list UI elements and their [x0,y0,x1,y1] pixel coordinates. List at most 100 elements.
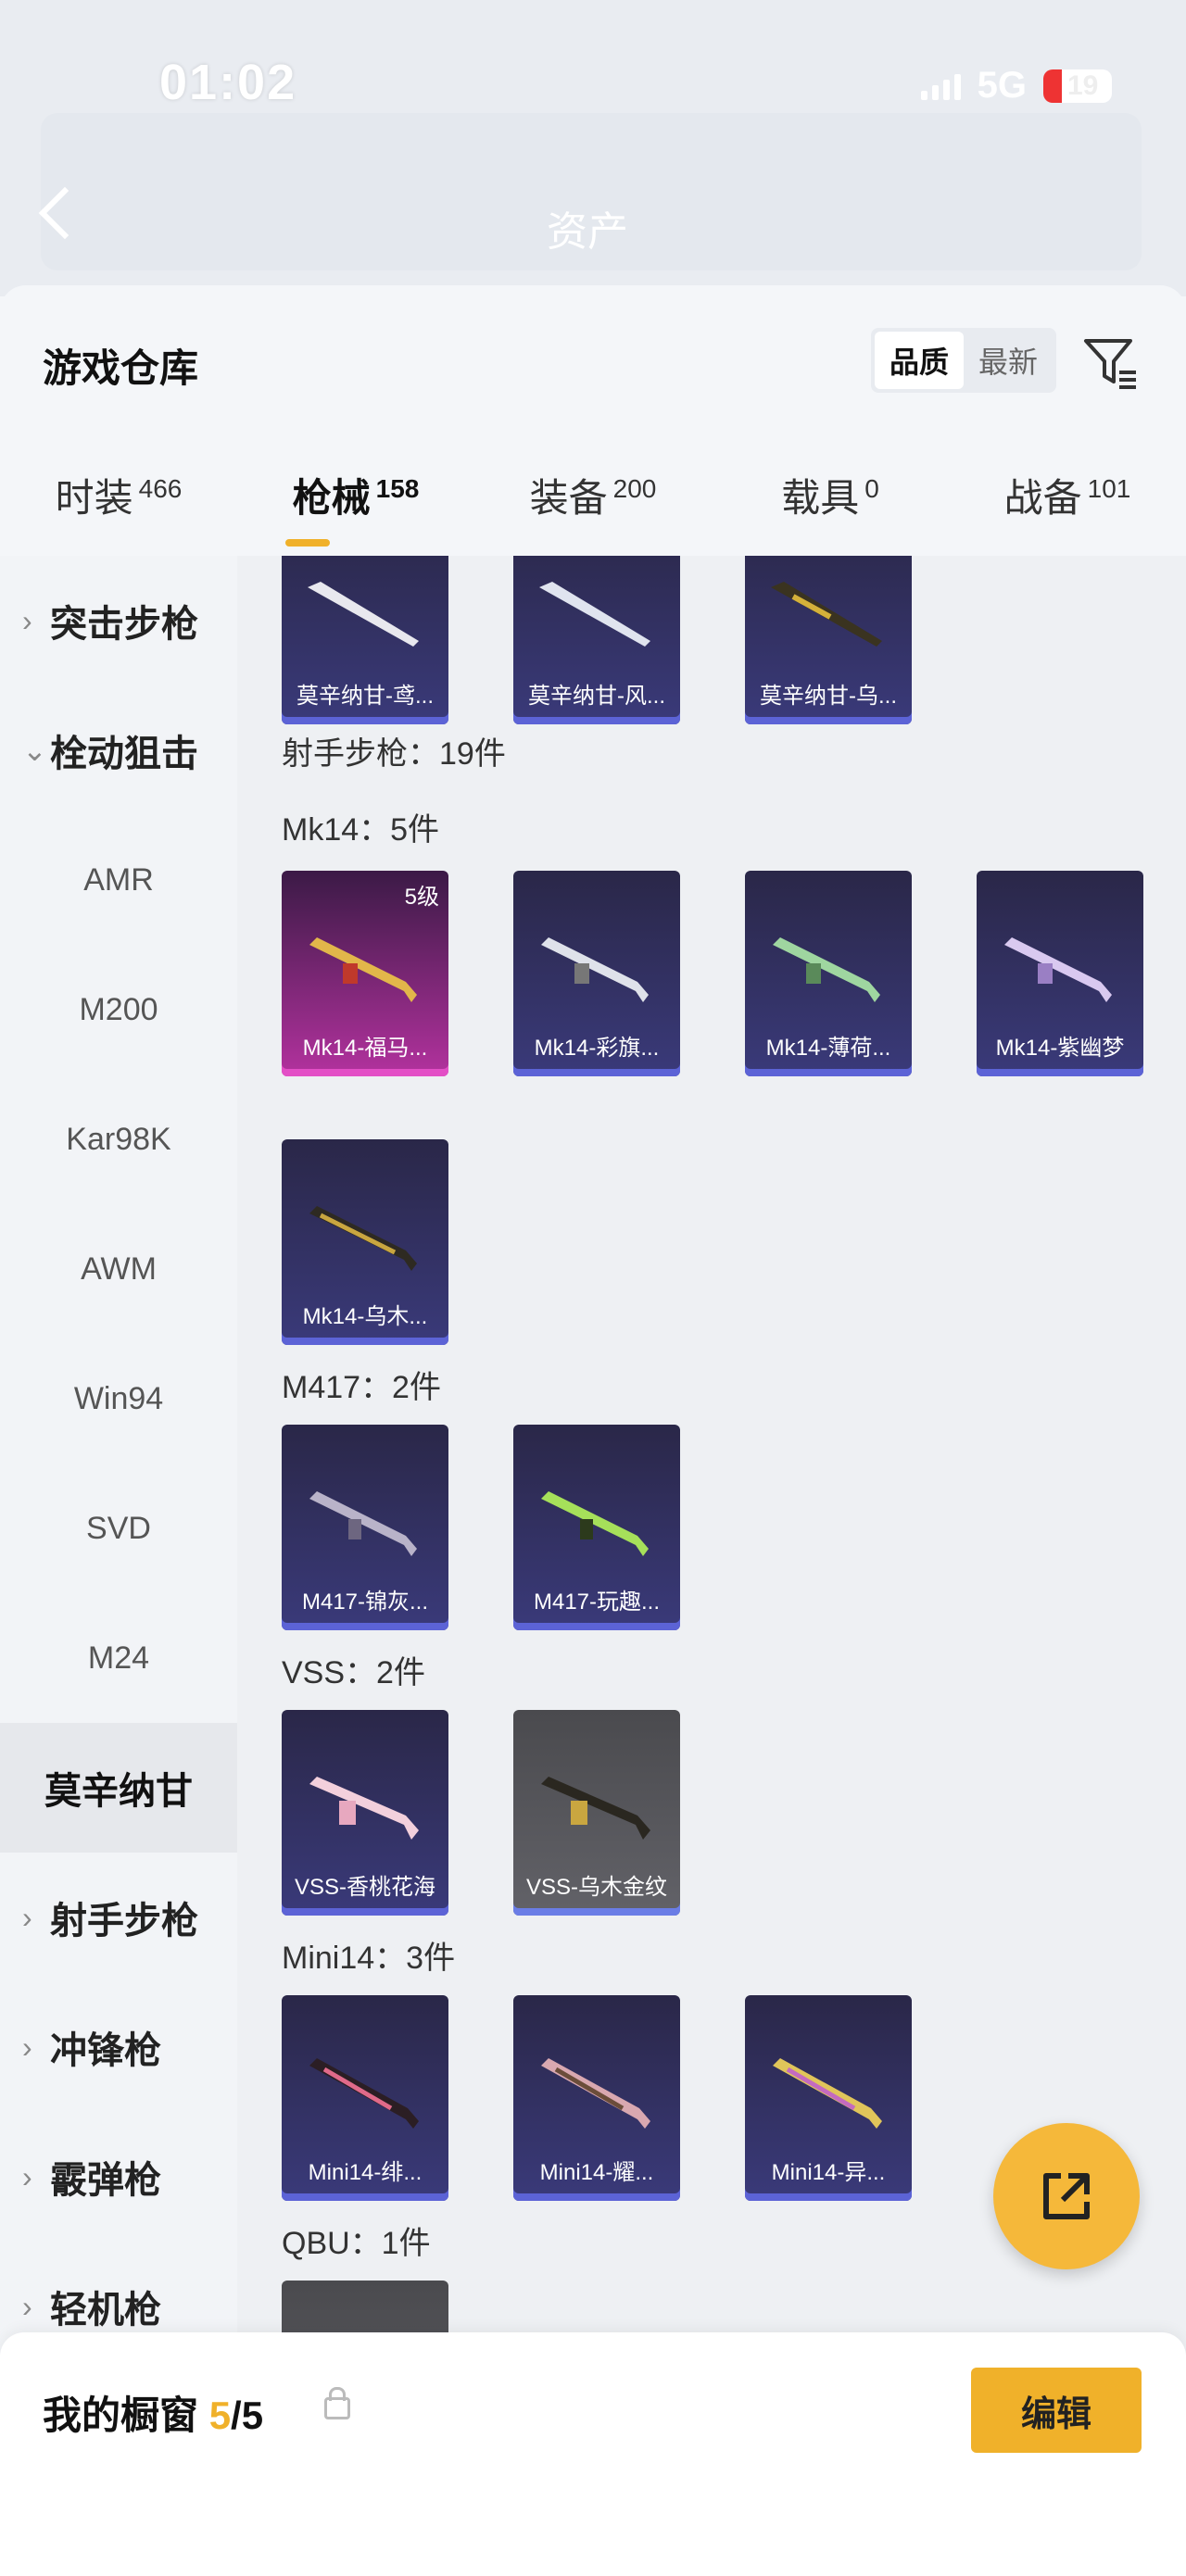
weapon-card[interactable]: Mini14-耀... [513,1995,680,2201]
rifle-icon [541,2058,650,2129]
filter-icon[interactable] [1080,333,1140,393]
weapon-card[interactable]: VSS-乌木金纹 [513,1710,680,1916]
chevron-right-icon: › [22,1900,32,1934]
tab-count: 466 [138,474,183,503]
weapon-card[interactable]: Mini14-异... [745,1995,912,2201]
tab-label: 枪械 [292,476,371,520]
status-icons: 5G 19 [920,65,1112,107]
edit-button[interactable]: 编辑 [971,2368,1142,2453]
share-icon [1043,2173,1090,2219]
rifle-icon [309,1206,417,1271]
chevron-down-icon: ⌄ [22,734,47,767]
rifle-icon [771,582,882,647]
sidebar-item-label: 轻机枪 [50,2290,161,2331]
rifle-icon [1004,937,1112,1002]
sidebar-item-label: 冲锋枪 [50,2030,161,2071]
weapon-card[interactable]: Mk14-薄荷... [745,871,912,1076]
page-title: 游戏仓库 [43,346,199,390]
tab-count: 200 [612,474,657,503]
tab-count: 158 [375,474,420,503]
weapon-name: Mk14-福马... [302,1036,428,1061]
sidebar-item-awm[interactable]: AWM [0,1204,237,1334]
sidebar-item-mosin[interactable]: 莫辛纳甘 [0,1723,237,1853]
sidebar-item-kar98k[interactable]: Kar98K [0,1074,237,1204]
rifle-icon [773,937,880,1002]
sort-toggle[interactable]: 品质 最新 [871,328,1056,393]
showcase-label: 我的橱窗 5/5 [43,2384,263,2441]
sidebar-item-label: 栓动狙击 [50,734,198,774]
lock-icon [324,2387,350,2419]
weapon-card[interactable]: VSS-香桃花海 [282,1710,448,1916]
tab-equipment[interactable]: 装备 200 [474,467,712,559]
sidebar-item-svd[interactable]: SVD [0,1464,237,1593]
weapon-name: Mini14-耀... [539,2160,654,2185]
tab-vehicles[interactable]: 载具 0 [712,467,949,559]
tab-label: 装备 [529,476,608,520]
sidebar-item-assault-rifle[interactable]: › 突击步枪 [0,556,237,685]
sidebar-item-label: 射手步枪 [50,1901,198,1941]
sidebar-item-label: 霰弹枪 [50,2160,161,2201]
sidebar-item-m200[interactable]: M200 [0,945,237,1074]
weapon-card[interactable]: 莫辛纳甘-风... [513,556,680,724]
chevron-right-icon: › [22,2289,32,2323]
sidebar-item-label: 突击步枪 [50,604,198,645]
weapon-card[interactable]: Mini14-绯... [282,1995,448,2201]
signal-icon [920,72,961,100]
tab-gear[interactable]: 战备 101 [949,467,1186,559]
tab-guns[interactable]: 枪械 158 [237,467,474,559]
sidebar-item-win94[interactable]: Win94 [0,1334,237,1464]
weapon-name: Mk14-彩旗... [534,1036,660,1061]
sidebar-item-bolt-sniper[interactable]: ⌄ 栓动狙击 [0,685,237,815]
weapon-card[interactable]: Mk14-彩旗... [513,871,680,1076]
sort-option-newest[interactable]: 最新 [964,332,1053,389]
level-badge: 5级 [404,885,439,910]
weapon-card[interactable]: 莫辛纳甘-乌... [745,556,912,724]
weapon-card[interactable]: 莫辛纳甘-鸢... [282,556,448,724]
category-tabs: 时装 466 枪械 158 装备 200 载具 0 战备 101 [0,467,1186,559]
rifle-icon [539,582,650,647]
tab-fashion[interactable]: 时装 466 [0,467,237,559]
rifle-icon [308,582,419,647]
showcase-total: /5 [231,2394,264,2437]
share-button[interactable] [993,2123,1140,2269]
rifle-icon [773,2058,882,2129]
weapon-name: 莫辛纳甘-鸢... [296,684,434,709]
tab-label: 载具 [781,476,860,520]
group-header-mini14: Mini14：3件 [282,1941,456,1976]
weapon-name: Mk14-乌木... [302,1304,428,1329]
background-page-title: 资产 [547,209,628,255]
weapon-name: Mini14-异... [771,2160,886,2185]
weapon-card[interactable]: Mk14-紫幽梦 [977,871,1143,1076]
rifle-icon [541,1777,650,1840]
weapon-card[interactable]: M417-锦灰... [282,1425,448,1630]
weapon-name: 莫辛纳甘-风... [528,684,665,709]
group-header-vss: VSS：2件 [282,1655,425,1690]
sidebar-item-m24[interactable]: M24 [0,1593,237,1723]
sidebar-item-amr[interactable]: AMR [0,815,237,945]
weapon-name: VSS-乌木金纹 [525,1875,667,1900]
weapon-card[interactable]: 5级 Mk14-福马... [282,871,448,1076]
weapon-card[interactable]: Mk14-乌木... [282,1139,448,1345]
chevron-right-icon: › [22,2029,32,2064]
battery-icon: 19 [1043,69,1112,103]
showcase-current: 5 [208,2394,232,2437]
weapon-name: M417-玩趣... [533,1590,661,1615]
background-page: 01:02 5G 19 资产 [0,0,1186,296]
weapon-name: M417-锦灰... [301,1590,429,1615]
sidebar-item-smg[interactable]: › 冲锋枪 [0,1982,237,2112]
tab-label: 时装 [55,476,133,520]
rifle-icon [309,2058,419,2129]
sidebar-item-shotgun[interactable]: › 霰弹枪 [0,2112,237,2242]
weapon-name: Mk14-紫幽梦 [995,1036,1125,1061]
battery-level: 19 [1067,69,1099,101]
network-type: 5G [977,65,1027,106]
showcase-title: 我的橱窗 [43,2394,199,2437]
sort-option-quality[interactable]: 品质 [875,332,964,389]
sidebar-item-dmr[interactable]: › 射手步枪 [0,1853,237,1982]
weapon-name: Mini14-绯... [308,2160,423,2185]
rifle-icon [541,937,649,1002]
weapon-card[interactable]: M417-玩趣... [513,1425,680,1630]
weapon-name: Mk14-薄荷... [765,1036,891,1061]
chevron-right-icon: › [22,2159,32,2193]
tab-label: 战备 [1003,476,1082,520]
